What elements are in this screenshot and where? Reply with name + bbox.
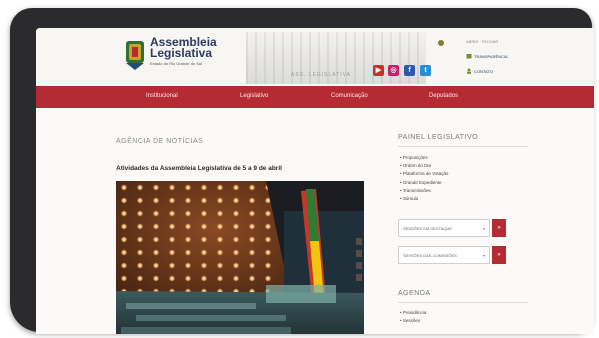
transparency-link[interactable]: TRANSPARÊNCIA bbox=[474, 54, 508, 59]
carousel-dot-4[interactable] bbox=[356, 274, 362, 281]
agenda-link-presidencia[interactable]: • Presidência bbox=[400, 309, 426, 317]
plenary-photo[interactable] bbox=[116, 181, 364, 334]
nav-item-comunicacao[interactable]: Comunicação bbox=[331, 93, 368, 99]
main-nav-bar: Institucional Legislativo Comunicação De… bbox=[36, 86, 594, 108]
news-headline-link[interactable]: Atividades da Assembleia Legislativa de … bbox=[116, 165, 282, 172]
panel-link-transmissoes[interactable]: • Transmissões bbox=[400, 187, 448, 195]
youtube-icon[interactable]: ▶ bbox=[373, 65, 384, 76]
agenda-title: AGENDA bbox=[398, 290, 431, 297]
logo-title-line2: Legislativa bbox=[150, 46, 213, 60]
sessions-highlight-select[interactable]: SESSÕES EM DESTAQUE ▾ bbox=[398, 219, 490, 237]
panel-link-label: Plataforma de Votação bbox=[402, 171, 449, 177]
divider bbox=[398, 302, 528, 303]
chevron-down-icon: ▾ bbox=[482, 226, 485, 231]
top-utility-links[interactable]: ABRIR · FECHAR bbox=[466, 39, 498, 44]
carousel-dot-1[interactable] bbox=[356, 238, 362, 245]
panel-link-ordem-do-dia[interactable]: • Ordem do Dia bbox=[400, 162, 448, 170]
twitter-icon[interactable]: t bbox=[420, 65, 431, 76]
panel-link-sumula[interactable]: • Súmula bbox=[400, 195, 448, 203]
chevron-down-icon: ▾ bbox=[482, 253, 485, 258]
legislative-panel-list: • Proposições • Ordem do Dia • Plataform… bbox=[400, 154, 448, 203]
select-value: SESSÕES EM DESTAQUE bbox=[403, 226, 453, 231]
skyline-caption: ASS. LEGISLATIVA bbox=[291, 72, 351, 78]
news-section-title: AGÊNCIA DE NOTÍCIAS bbox=[116, 138, 204, 145]
agenda-link-sessoes[interactable]: • Sessões bbox=[400, 317, 426, 325]
panel-link-label: Grande Expediente bbox=[402, 179, 442, 185]
panel-link-votacao[interactable]: • Plataforma de Votação bbox=[400, 170, 448, 178]
coat-of-arms-icon[interactable] bbox=[124, 39, 146, 71]
committee-sessions-go-button[interactable]: » bbox=[492, 246, 506, 264]
panel-link-proposicoes[interactable]: • Proposições bbox=[400, 154, 448, 162]
browser-screen: ASS. LEGISLATIVA Assembleia Legislativa … bbox=[36, 28, 594, 334]
panel-link-label: Súmula bbox=[402, 196, 419, 202]
legislative-panel-title: PAINEL LEGISLATIVO bbox=[398, 134, 479, 141]
logo-subtitle: Estado do Rio Grande do Sul bbox=[150, 61, 203, 66]
nav-item-institucional[interactable]: Institucional bbox=[146, 93, 178, 99]
accessibility-icon[interactable] bbox=[438, 40, 444, 46]
agenda-list: • Presidência • Sessões bbox=[400, 309, 426, 325]
agenda-link-label: Sessões bbox=[402, 318, 421, 324]
nav-item-legislativo[interactable]: Legislativo bbox=[240, 93, 268, 99]
panel-link-grande-expediente[interactable]: • Grande Expediente bbox=[400, 179, 448, 187]
site-header: ASS. LEGISLATIVA Assembleia Legislativa … bbox=[36, 28, 594, 84]
site-logo-title[interactable]: Assembleia Legislativa bbox=[150, 36, 217, 60]
building-icon bbox=[466, 54, 472, 59]
carousel-dot-3[interactable] bbox=[356, 262, 362, 269]
agenda-link-label: Presidência bbox=[402, 310, 427, 315]
panel-link-label: Transmissões bbox=[402, 187, 431, 193]
plenary-illustration bbox=[116, 181, 364, 334]
committee-sessions-select[interactable]: SESSÕES DAS COMISSÕES ▾ bbox=[398, 246, 490, 264]
sessions-highlight-go-button[interactable]: » bbox=[492, 219, 506, 237]
select-value: SESSÕES DAS COMISSÕES bbox=[403, 253, 457, 258]
person-icon bbox=[467, 68, 471, 74]
instagram-icon[interactable]: ◎ bbox=[388, 65, 399, 76]
facebook-icon[interactable]: f bbox=[404, 65, 415, 76]
divider bbox=[398, 146, 528, 147]
tablet-frame: ASS. LEGISLATIVA Assembleia Legislativa … bbox=[10, 8, 594, 334]
nav-item-deputados[interactable]: Deputados bbox=[429, 93, 458, 99]
panel-link-label: Ordem do Dia bbox=[402, 163, 431, 169]
panel-link-label: Proposições bbox=[402, 155, 428, 160]
contact-link[interactable]: CONTATO bbox=[474, 69, 493, 74]
carousel-dot-2[interactable] bbox=[356, 250, 362, 257]
